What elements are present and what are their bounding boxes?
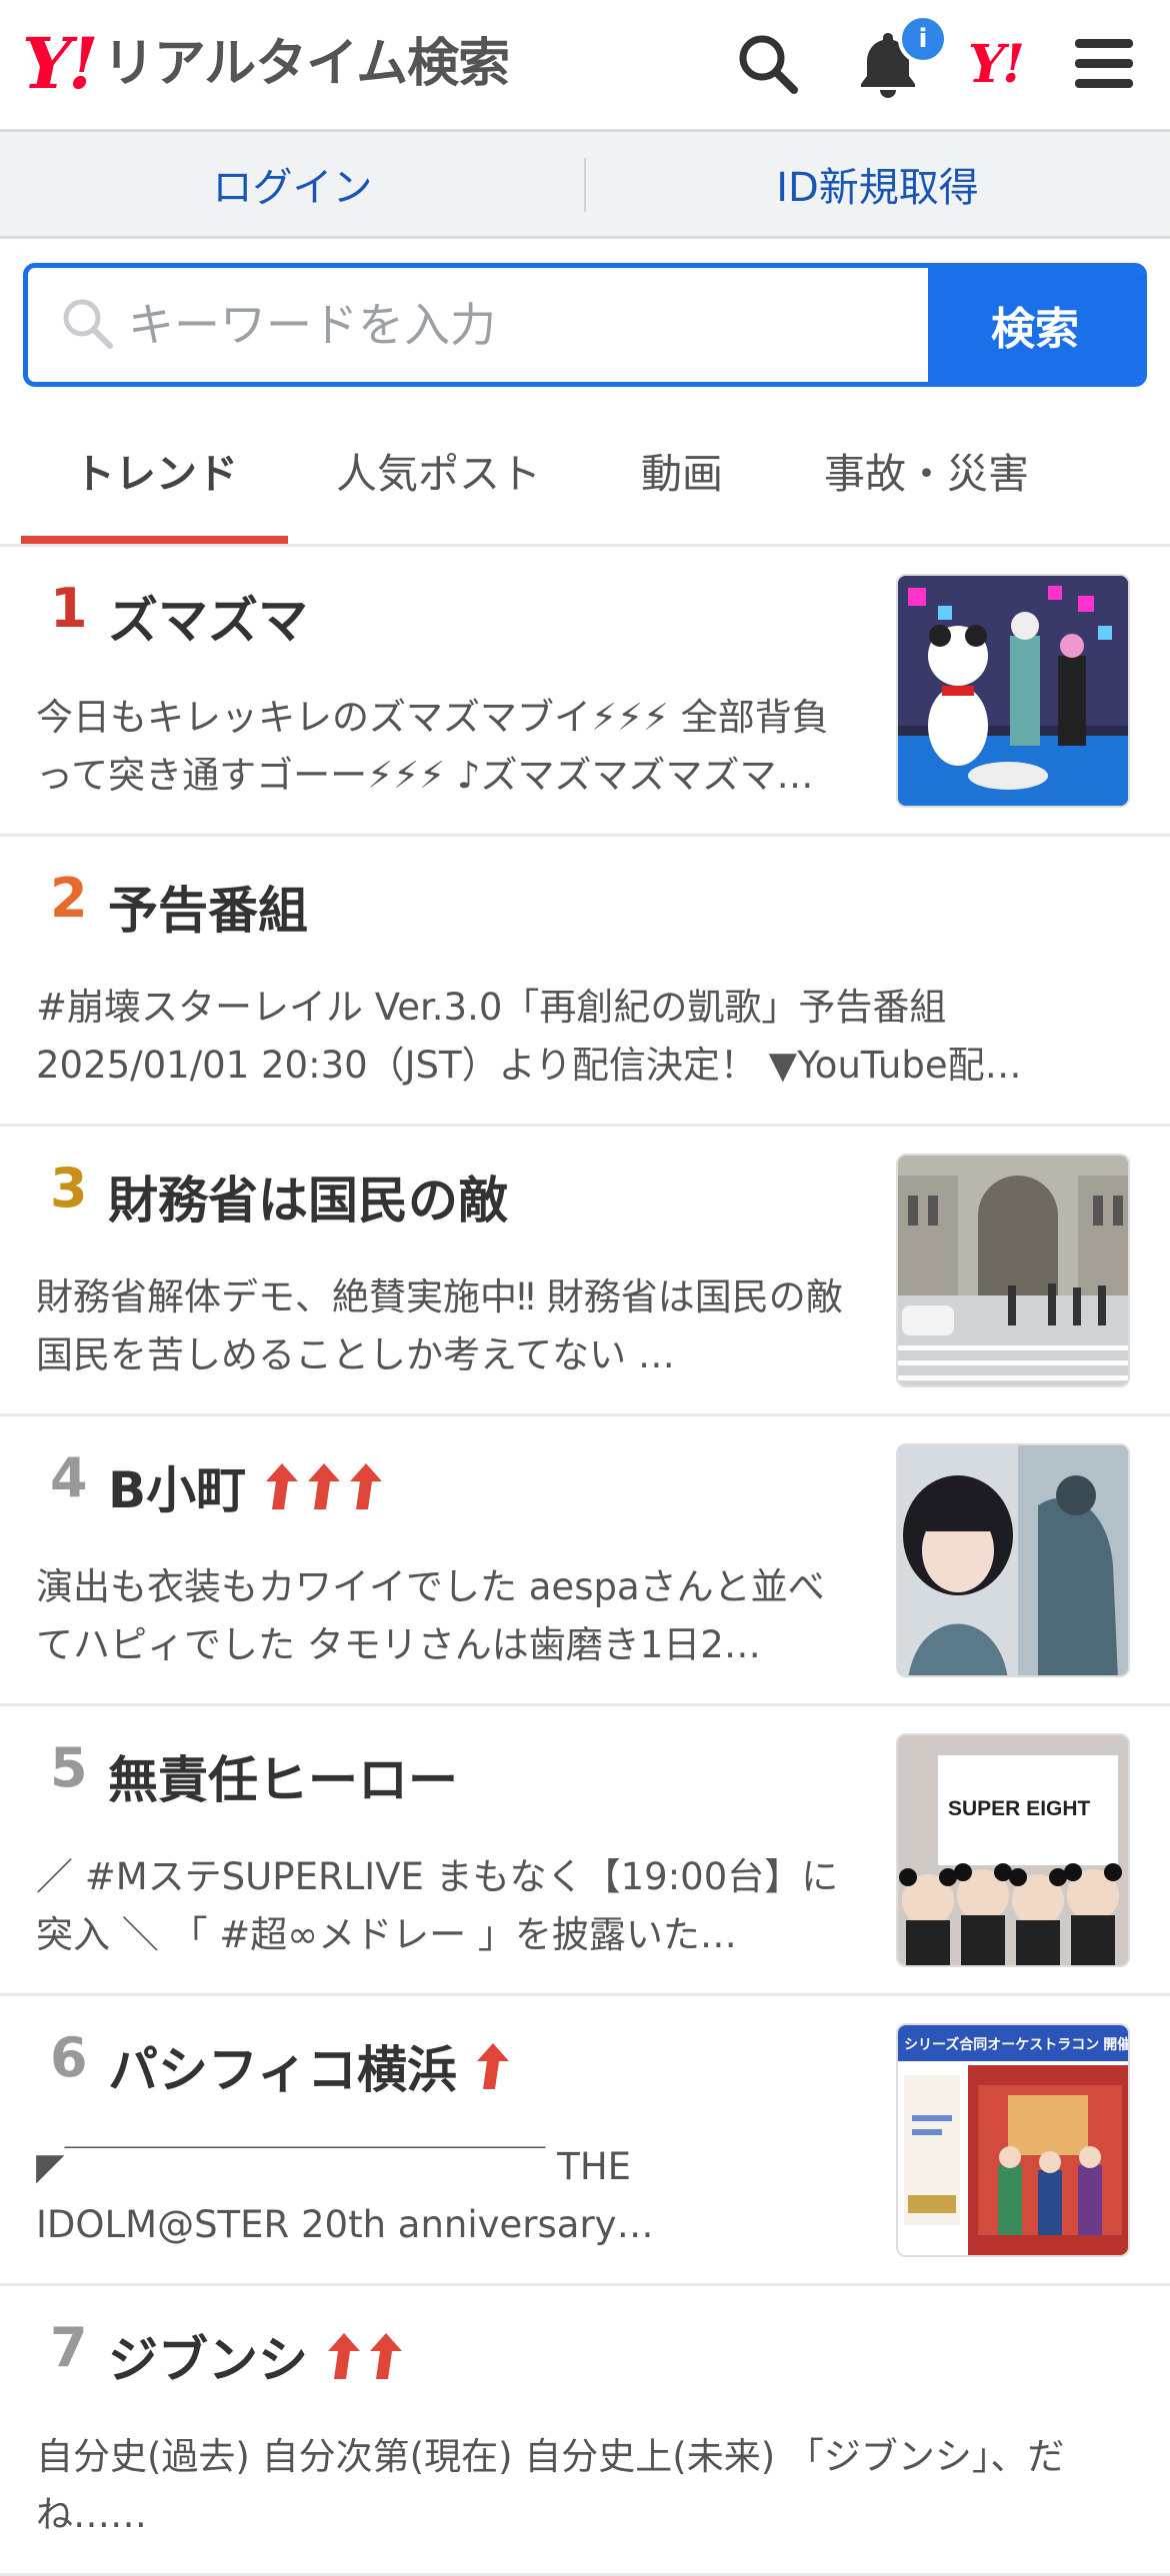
trend-thumbnail[interactable]	[896, 1443, 1130, 1677]
trend-item[interactable]: 5 無責任ヒーロー ／ #MステSUPERLIVE まもなく【19:00台】に突…	[0, 1706, 1170, 1996]
trend-rank: 1	[50, 577, 88, 640]
trend-title-wrap: パシフィコ横浜	[108, 2030, 511, 2102]
trend-description: 自分史(過去) 自分次第(現在) 自分史上(未来) 「ジブンシ」、だね……	[36, 2435, 1065, 2536]
trend-title: 財務省は国民の敵	[108, 1172, 508, 1230]
trend-thumbnail[interactable]: シリーズ合同オーケストラコン 開催決定!!	[896, 2023, 1130, 2257]
search-input[interactable]	[128, 268, 948, 382]
tab-accidents-disasters[interactable]: 事故・災害	[824, 440, 1029, 500]
trend-description: #崩壊スターレイル Ver.3.0「再創紀の凱歌」予告番組 2025/01/01…	[36, 986, 1022, 1087]
trend-item[interactable]: 1 ズマズマ 今日もキレッキレのズマズマブイ⚡⚡⚡ 全部背負って突き通すゴーー⚡…	[0, 547, 1170, 837]
search-icon[interactable]	[728, 24, 808, 104]
search-icon	[58, 294, 116, 356]
login-bar: ログイン ID新規取得	[0, 132, 1170, 239]
trend-description: 演出も衣装もカワイイでした aespaさんと並べてハピィでした タモリさんは歯磨…	[36, 1565, 825, 1666]
trend-rising-arrows	[471, 2041, 511, 2091]
trend-item[interactable]: 4 B小町 演出も衣装もカワイイでした aespaさんと並べてハピィでした タモ…	[0, 1416, 1170, 1706]
signup-link[interactable]: ID新規取得	[585, 132, 1170, 236]
trend-item[interactable]: 3 財務省は国民の敵 財務省解体デモ、絶賛実施中‼ 財務省は国民の敵 国民を苦し…	[0, 1127, 1170, 1416]
trend-rank: 5	[50, 1736, 88, 1799]
rising-arrow-icon	[370, 2333, 402, 2379]
trend-title: パシフィコ横浜	[108, 2041, 457, 2099]
trend-rising-arrows	[322, 2331, 404, 2381]
trend-description: 今日もキレッキレのズマズマブイ⚡⚡⚡ 全部背負って突き通すゴーー⚡⚡⚡ ♪ズマズ…	[36, 696, 829, 797]
trend-title: B小町	[108, 1461, 247, 1519]
trend-item[interactable]: 7 ジブンシ 自分史(過去) 自分次第(現在) 自分史上(未来) 「ジブンシ」、…	[0, 2286, 1170, 2576]
trend-description: ◤￣￣￣￣￣￣￣￣￣￣￣￣￣ THE IDOLM@STER 20th anniv…	[36, 2145, 654, 2246]
trend-rank: 3	[50, 1157, 88, 1220]
trend-rank: 4	[50, 1446, 88, 1509]
search-box: 検索	[23, 263, 1147, 387]
rising-arrow-icon	[328, 2333, 360, 2379]
yahoo-realtime-logo[interactable]: Y! リアルタイム検索	[22, 22, 510, 105]
menu-icon[interactable]	[1064, 24, 1144, 104]
trend-title-wrap: B小町	[108, 1450, 384, 1522]
thumbnail-caption: シリーズ合同オーケストラコン 開催決定!!	[904, 2036, 1130, 2052]
trend-description: 財務省解体デモ、絶賛実施中‼ 財務省は国民の敵 国民を苦しめることしか考えてない…	[36, 1276, 843, 1376]
tab-trend[interactable]: トレンド	[74, 440, 238, 500]
trend-title-wrap: 予告番組	[108, 871, 308, 943]
trend-title: 予告番組	[108, 882, 308, 940]
trend-title-wrap: ジブンシ	[108, 2320, 404, 2392]
logo-mark: Y!	[22, 22, 99, 105]
trend-title: ジブンシ	[108, 2331, 308, 2389]
search-field-wrap	[28, 268, 948, 382]
app-header: Y! リアルタイム検索 i Y!	[0, 0, 1170, 132]
rising-arrow-icon	[350, 1463, 383, 1509]
trend-item[interactable]: 6 パシフィコ横浜 ◤￣￣￣￣￣￣￣￣￣￣￣￣￣ THE IDOLM@STER …	[0, 1996, 1170, 2286]
trend-title-wrap: ズマズマ	[108, 581, 308, 653]
trend-rank: 6	[50, 2026, 88, 2089]
notification-badge: i	[898, 14, 948, 64]
tab-popular-posts[interactable]: 人気ポスト	[336, 440, 541, 500]
login-link[interactable]: ログイン	[0, 132, 585, 236]
trend-title-wrap: 無責任ヒーロー	[108, 1740, 458, 1812]
logo-text: リアルタイム検索	[102, 34, 510, 94]
search-button[interactable]: 検索	[928, 268, 1142, 382]
divider	[584, 158, 586, 212]
trend-title: ズマズマ	[108, 592, 308, 650]
trend-title-wrap: 財務省は国民の敵	[108, 1161, 508, 1233]
rising-arrow-icon	[308, 1463, 341, 1509]
trend-thumbnail[interactable]	[896, 1154, 1130, 1387]
rising-arrow-icon	[477, 2043, 509, 2089]
active-tab-indicator	[21, 536, 288, 544]
trend-rank: 2	[50, 867, 88, 930]
trend-description: ／ #MステSUPERLIVE まもなく【19:00台】に突入 ＼ 「 #超∞メ…	[36, 1855, 839, 1956]
trend-rising-arrows	[260, 1461, 384, 1511]
tab-videos[interactable]: 動画	[641, 440, 723, 500]
thumbnail-caption: SUPER EIGHT	[948, 1797, 1091, 1820]
trend-item[interactable]: 2 予告番組 #崩壊スターレイル Ver.3.0「再創紀の凱歌」予告番組 202…	[0, 837, 1170, 1127]
trend-thumbnail[interactable]: SUPER EIGHT	[896, 1733, 1130, 1967]
trend-thumbnail[interactable]	[896, 574, 1130, 808]
tab-bar: トレンド 人気ポスト 動画 事故・災害	[0, 400, 1170, 547]
yahoo-icon[interactable]: Y!	[968, 30, 1025, 100]
trend-rank: 7	[50, 2316, 88, 2379]
trend-title: 無責任ヒーロー	[108, 1751, 458, 1809]
rising-arrow-icon	[266, 1463, 299, 1509]
